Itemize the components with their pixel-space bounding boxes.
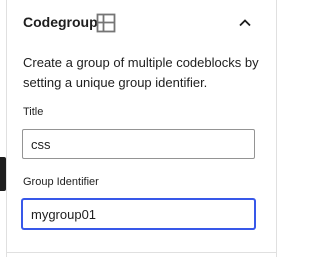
collapse-toggle-button[interactable]	[234, 12, 256, 34]
panel-header[interactable]: Codegroup	[7, 0, 276, 44]
group-identifier-input[interactable]	[22, 199, 255, 229]
panel-right-border	[276, 0, 277, 257]
title-field-label: Title	[23, 106, 44, 118]
panel-description: Create a group of multiple codeblocks by…	[23, 55, 259, 90]
panel-divider	[6, 252, 277, 253]
panel-title: Codegroup	[23, 14, 98, 30]
chevron-up-icon	[239, 19, 251, 27]
block-settings-panel: Codegroup Create a group of multiple cod…	[0, 0, 279, 257]
sidebar-resize-handle[interactable]	[0, 157, 6, 191]
codegroup-block-icon	[96, 13, 116, 33]
title-input[interactable]	[22, 129, 255, 159]
group-identifier-field-label: Group Identifier	[23, 176, 99, 188]
